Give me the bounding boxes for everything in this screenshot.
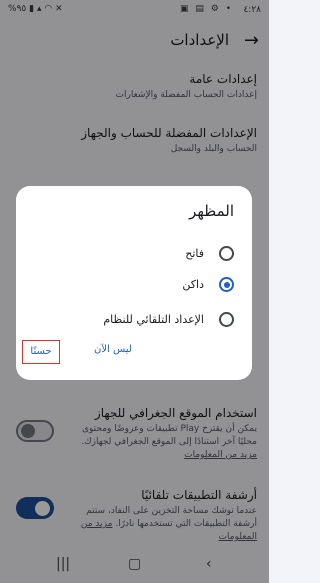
dialog-title: المظهر: [189, 202, 234, 220]
radio-dark[interactable]: [219, 277, 234, 292]
theme-dialog: المظهر فاتح داكن الإعداد التلقائي للنظام…: [16, 186, 252, 380]
not-now-button[interactable]: ليس الآن: [94, 344, 132, 355]
option-label: داكن: [182, 278, 204, 291]
option-system-default[interactable]: الإعداد التلقائي للنظام: [34, 310, 234, 330]
option-label: الإعداد التلقائي للنظام: [103, 313, 204, 326]
radio-light[interactable]: [219, 246, 234, 261]
option-light[interactable]: فاتح: [34, 244, 234, 264]
ok-button[interactable]: حسنًا: [22, 340, 60, 364]
option-dark[interactable]: داكن: [34, 275, 234, 295]
option-label: فاتح: [185, 247, 204, 260]
radio-system-default[interactable]: [219, 312, 234, 327]
